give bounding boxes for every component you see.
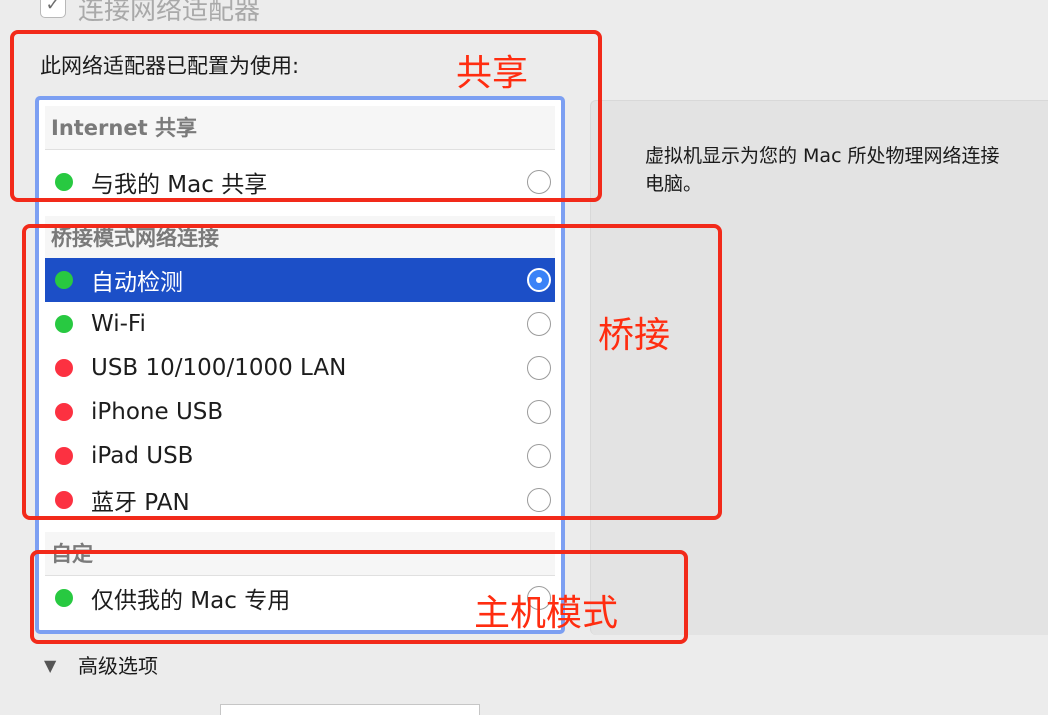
enable-adapter-label: 连接网络适配器	[78, 0, 261, 26]
annotation-label-sharing: 共享	[456, 53, 529, 94]
annotation-label-host-only: 主机模式	[474, 593, 619, 634]
annotation-box-bridge	[22, 224, 722, 520]
info-text: 虚拟机显示为您的 Mac 所处物理网络连接 电脑。	[645, 142, 1045, 198]
disclosure-triangle-down-icon[interactable]: ▼	[44, 656, 56, 675]
advanced-options-toggle[interactable]: 高级选项	[78, 650, 158, 679]
enable-adapter-checkbox[interactable]: ✓	[40, 0, 66, 18]
annotation-label-bridge: 桥接	[598, 315, 671, 356]
info-text-line1: 虚拟机显示为您的 Mac 所处物理网络连接	[645, 145, 1000, 167]
info-text-line2: 电脑。	[645, 173, 703, 195]
